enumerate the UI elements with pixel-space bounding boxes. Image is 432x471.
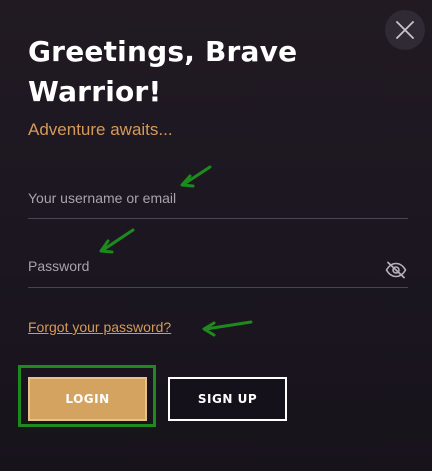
toggle-password-visibility[interactable] bbox=[385, 261, 407, 284]
forgot-password-link[interactable]: Forgot your password? bbox=[28, 319, 171, 335]
close-button[interactable] bbox=[385, 10, 425, 50]
signup-button[interactable]: SIGN UP bbox=[168, 377, 287, 421]
username-field bbox=[28, 190, 408, 219]
dialog-title: Greetings, Brave Warrior! bbox=[28, 35, 298, 108]
close-icon bbox=[396, 21, 414, 39]
login-button[interactable]: LOGIN bbox=[28, 377, 147, 421]
eye-slash-icon bbox=[385, 261, 407, 279]
dialog-subtitle: Adventure awaits... bbox=[28, 120, 173, 139]
username-input[interactable] bbox=[28, 190, 368, 206]
password-input[interactable] bbox=[28, 258, 368, 274]
login-dialog: Greetings, Brave Warrior! Adventure awai… bbox=[0, 0, 432, 471]
password-field bbox=[28, 258, 408, 288]
